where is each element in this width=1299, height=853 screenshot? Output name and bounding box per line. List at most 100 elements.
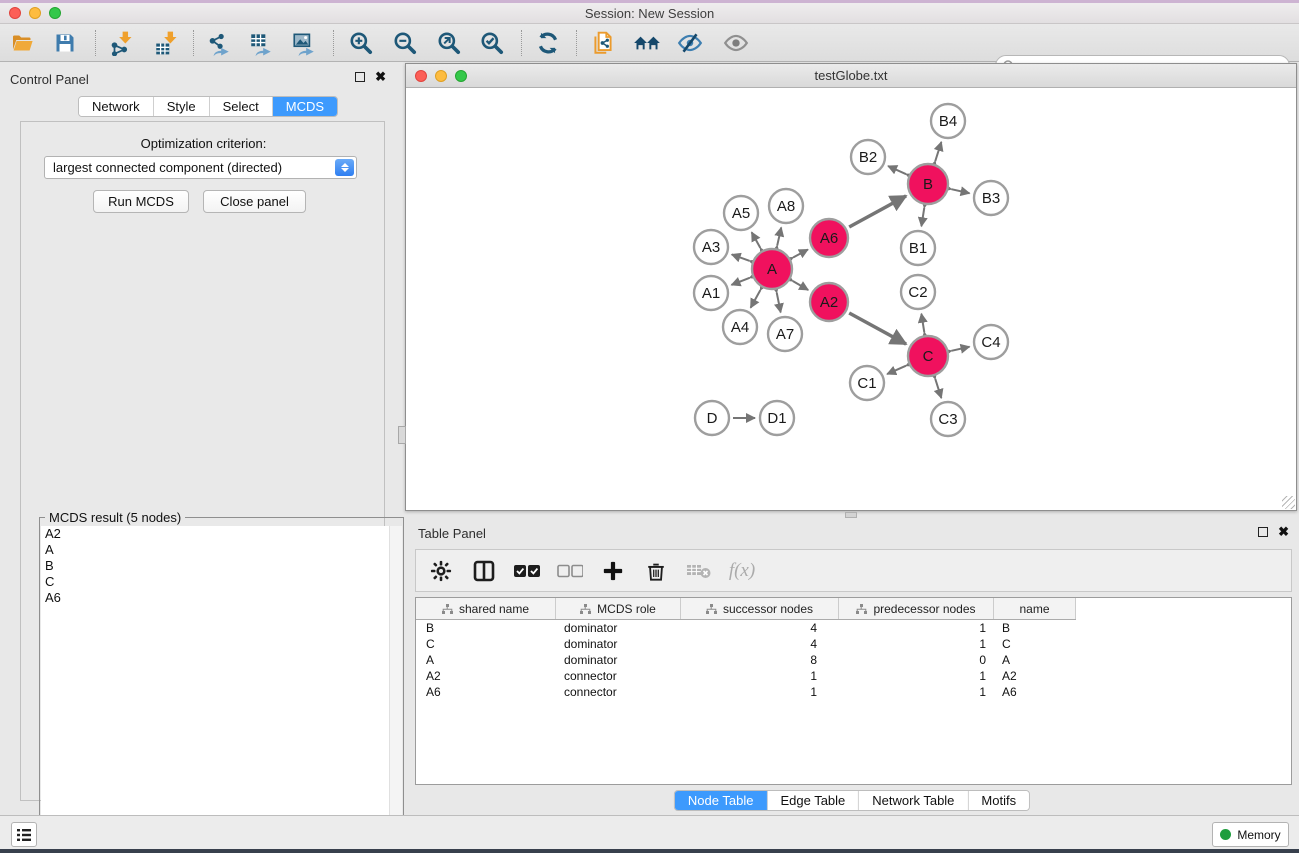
zoom-in-icon[interactable] [344, 29, 378, 57]
graph-edge-A-A7[interactable] [777, 293, 781, 313]
deselect-all-checks-icon[interactable] [557, 558, 583, 584]
table-cell: 1 [839, 684, 994, 700]
graph-edge-A-A5[interactable] [752, 232, 761, 248]
graph-edge-A-A4[interactable] [751, 290, 761, 308]
run-mcds-button[interactable]: Run MCDS [93, 190, 189, 213]
home-icon[interactable] [630, 29, 664, 57]
graph-node-label: A7 [776, 326, 794, 343]
task-history-button[interactable] [11, 822, 37, 847]
table-row[interactable]: Adominator80A [416, 652, 1076, 668]
close-panel-icon[interactable]: ✖ [375, 72, 386, 82]
node-table[interactable]: shared nameMCDS rolesuccessor nodesprede… [415, 597, 1292, 785]
mcds-result-item[interactable]: A6 [41, 590, 402, 606]
tab-network-table[interactable]: Network Table [859, 791, 968, 810]
export-image-icon[interactable] [287, 29, 321, 57]
table-panel-window-buttons: ✖ [1258, 527, 1289, 537]
mcds-result-list[interactable]: A2ABCA6 [41, 526, 402, 853]
zoom-out-icon[interactable] [388, 29, 422, 57]
mcds-result-item[interactable]: A2 [41, 526, 402, 542]
refresh-icon[interactable] [531, 29, 565, 57]
delete-table-icon [686, 558, 712, 584]
graph-edge-B-B4[interactable] [935, 142, 941, 161]
desktop-wallpaper-strip [0, 849, 1299, 853]
graph-node-label: B1 [909, 240, 927, 257]
delete-columns-icon[interactable] [643, 558, 669, 584]
eye-hidden-icon[interactable] [673, 29, 707, 57]
table-toolbar: f(x) [415, 549, 1292, 592]
graph-edge-B-B3[interactable] [951, 189, 969, 193]
close-panel-button[interactable]: Close panel [203, 190, 306, 213]
column-header-successor-nodes[interactable]: successor nodes [681, 598, 839, 619]
table-row[interactable]: A6connector11A6 [416, 684, 1076, 700]
graph-edge-B-B1[interactable] [921, 208, 924, 227]
criterion-dropdown-value: largest connected component (directed) [53, 160, 282, 175]
graph-edge-A2-C[interactable] [849, 313, 906, 344]
network-window-titlebar[interactable]: testGlobe.txt [406, 64, 1296, 88]
scrollbar[interactable] [389, 526, 402, 853]
table-cell: B [416, 620, 556, 636]
export-table-icon[interactable] [244, 29, 278, 57]
eye-icon[interactable] [719, 29, 753, 57]
panel-collapse-handle[interactable] [398, 426, 406, 444]
column-header-predecessor-nodes[interactable]: predecessor nodes [839, 598, 994, 619]
network-graph-canvas[interactable]: B4B2BB3A8A5A6B1A3AC2A1A2A4A7C4CC1C3DD1 [406, 88, 1296, 510]
column-header-MCDS-role[interactable]: MCDS role [556, 598, 681, 619]
criterion-dropdown[interactable]: largest connected component (directed) [44, 156, 357, 179]
graph-node-label: B [923, 176, 933, 193]
toggle-column-panel-icon[interactable] [471, 558, 497, 584]
table-cell: 1 [839, 668, 994, 684]
graph-edge-C-C3[interactable] [935, 379, 941, 398]
panel-collapse-handle[interactable] [845, 512, 857, 518]
graph-node-label: C2 [908, 284, 927, 301]
tab-edge-table[interactable]: Edge Table [767, 791, 859, 810]
graph-edge-C-C2[interactable] [921, 314, 924, 333]
table-row[interactable]: Cdominator41C [416, 636, 1076, 652]
tab-style[interactable]: Style [154, 97, 210, 116]
select-all-checks-icon[interactable] [514, 558, 540, 584]
settings-gear-icon[interactable] [428, 558, 454, 584]
mcds-result-item[interactable]: B [41, 558, 402, 574]
graph-edge-A-A2[interactable] [793, 281, 808, 290]
mcds-result-item[interactable]: C [41, 574, 402, 590]
save-icon[interactable] [48, 29, 82, 57]
copy-network-icon[interactable] [586, 29, 620, 57]
open-folder-icon[interactable] [5, 29, 39, 57]
graph-edge-A-A1[interactable] [731, 278, 749, 285]
graph-edge-A-A3[interactable] [732, 254, 750, 260]
graph-node-label: C [923, 348, 934, 365]
import-network-icon[interactable] [104, 29, 138, 57]
graph-node-label: A [767, 261, 777, 278]
function-builder-icon: f(x) [729, 558, 755, 584]
import-table-icon[interactable] [149, 29, 183, 57]
close-panel-icon[interactable]: ✖ [1278, 527, 1289, 537]
tab-motifs[interactable]: Motifs [968, 791, 1029, 810]
toolbar-separator [521, 30, 522, 56]
memory-button[interactable]: Memory [1212, 822, 1289, 847]
export-network-icon[interactable] [202, 29, 236, 57]
graph-edge-C-C1[interactable] [887, 366, 906, 374]
zoom-selected-icon[interactable] [475, 29, 509, 57]
tab-select[interactable]: Select [210, 97, 273, 116]
table-row[interactable]: A2connector11A2 [416, 668, 1076, 684]
graph-edge-A-A8[interactable] [777, 227, 781, 245]
resize-grip-icon[interactable] [1282, 496, 1295, 509]
zoom-fit-icon[interactable] [432, 29, 466, 57]
graph-node-label: C1 [857, 375, 876, 392]
tab-mcds[interactable]: MCDS [273, 97, 337, 116]
float-panel-icon[interactable] [1258, 527, 1268, 537]
tab-network[interactable]: Network [79, 97, 154, 116]
graph-edge-A6-B[interactable] [849, 196, 906, 227]
graph-edge-B-B2[interactable] [888, 166, 906, 174]
float-panel-icon[interactable] [355, 72, 365, 82]
graph-edge-C-C4[interactable] [951, 347, 969, 351]
column-header-shared-name[interactable]: shared name [416, 598, 556, 619]
table-row[interactable]: Bdominator41B [416, 620, 1076, 636]
graph-edge-A-A6[interactable] [793, 249, 808, 257]
column-header-name[interactable]: name [994, 598, 1076, 619]
graph-node-label: B2 [859, 149, 877, 166]
table-panel: Table Panel ✖ f(x) shared nameMCDS roles… [405, 520, 1299, 815]
tab-node-table[interactable]: Node Table [675, 791, 768, 810]
add-column-icon[interactable] [600, 558, 626, 584]
mcds-result-item[interactable]: A [41, 542, 402, 558]
table-cell: A [994, 652, 1076, 668]
